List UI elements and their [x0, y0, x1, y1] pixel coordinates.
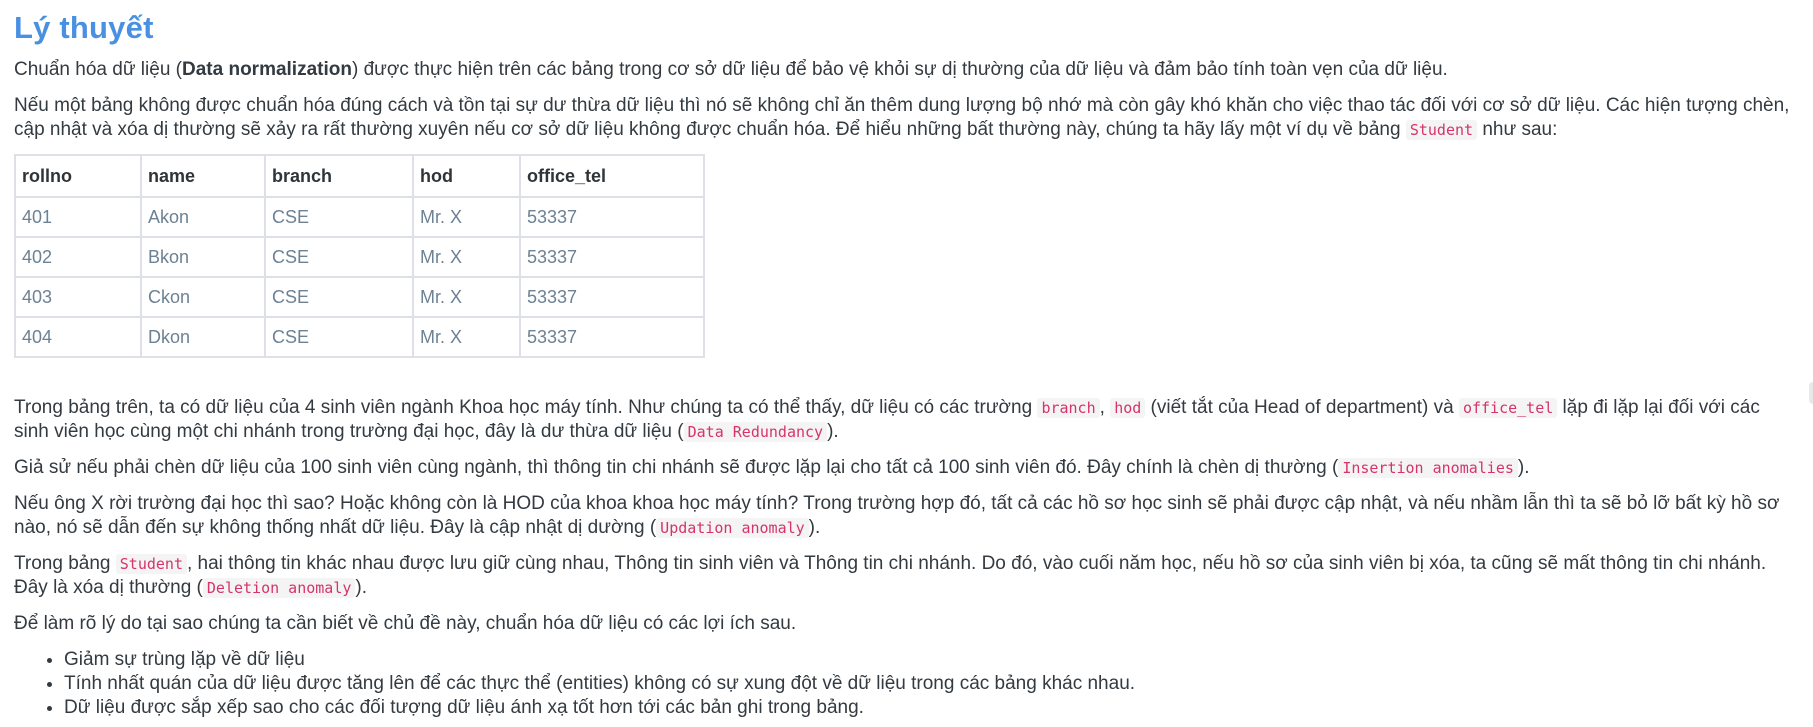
header-name: name	[140, 154, 266, 198]
cell-branch: CSE	[264, 196, 414, 238]
p3-text-2: ,	[1099, 397, 1111, 418]
cell-branch: CSE	[264, 236, 414, 278]
p3-text-5: ).	[827, 421, 839, 442]
cell-name: Bkon	[140, 236, 266, 278]
code-hod: hod	[1110, 398, 1146, 418]
article: Lý thuyết Chuẩn hóa dữ liệu (Data normal…	[0, 0, 1813, 720]
p4-text-1: Giả sử nếu phải chèn dữ liệu của 100 sin…	[14, 457, 1339, 478]
table-row: 402 Bkon CSE Mr. X 53337	[14, 236, 705, 278]
cell-office-tel: 53337	[519, 276, 705, 318]
cell-hod: Mr. X	[412, 276, 521, 318]
cell-office-tel: 53337	[519, 236, 705, 278]
cell-branch: CSE	[264, 276, 414, 318]
cell-rollno: 401	[14, 196, 142, 238]
scrollbar-handle[interactable]	[1809, 382, 1813, 404]
paragraph-5: Nếu ông X rời trường đại học thì sao? Ho…	[14, 492, 1799, 540]
p3-text-1: Trong bảng trên, ta có dữ liệu của 4 sin…	[14, 397, 1038, 418]
code-updation-anomaly: Updation anomaly	[656, 518, 809, 538]
table-row: 401 Akon CSE Mr. X 53337	[14, 196, 705, 238]
code-data-redundancy: Data Redundancy	[683, 422, 828, 442]
code-insertion-anomalies: Insertion anomalies	[1338, 458, 1518, 478]
p2-text-2: như sau:	[1477, 119, 1558, 140]
header-rollno: rollno	[14, 154, 142, 198]
code-student-2: Student	[115, 554, 187, 574]
p6-text-3: ).	[355, 577, 367, 598]
intro-text-2: ) được thực hiện trên các bảng trong cơ …	[351, 59, 1448, 80]
code-deletion-anomaly: Deletion anomaly	[202, 578, 356, 598]
p6-text-1: Trong bảng	[14, 553, 116, 574]
p5-text-1: Nếu ông X rời trường đại học thì sao? Ho…	[14, 493, 1780, 538]
list-item: Dữ liệu được sắp xếp sao cho các đối tượ…	[64, 696, 1799, 720]
cell-name: Ckon	[140, 276, 266, 318]
header-office-tel: office_tel	[519, 154, 705, 198]
header-hod: hod	[412, 154, 521, 198]
p3-text-3: (viết tắt của Head of department) và	[1145, 397, 1459, 418]
paragraph-3: Trong bảng trên, ta có dữ liệu của 4 sin…	[14, 396, 1799, 444]
p5-text-2: ).	[808, 517, 821, 538]
cell-office-tel: 53337	[519, 196, 705, 238]
cell-rollno: 403	[14, 276, 142, 318]
table-header-row: rollno name branch hod office_tel	[14, 154, 705, 198]
code-branch: branch	[1037, 398, 1100, 418]
list-item: Giảm sự trùng lặp về dữ liệu	[64, 648, 1799, 672]
p4-text-2: ).	[1517, 457, 1530, 478]
cell-hod: Mr. X	[412, 196, 521, 238]
intro-bold-term: Data normalization	[182, 59, 352, 80]
table-row: 404 Dkon CSE Mr. X 53337	[14, 316, 705, 358]
cell-hod: Mr. X	[412, 236, 521, 278]
cell-name: Akon	[140, 196, 266, 238]
paragraph-7: Để làm rõ lý do tại sao chúng ta cần biế…	[14, 613, 797, 634]
intro-text-1: Chuẩn hóa dữ liệu (	[14, 59, 182, 80]
code-office-tel: office_tel	[1458, 398, 1558, 418]
cell-hod: Mr. X	[412, 316, 521, 358]
table-row: 403 Ckon CSE Mr. X 53337	[14, 276, 705, 318]
cell-rollno: 404	[14, 316, 142, 358]
intro-paragraph: Chuẩn hóa dữ liệu (Data normalization) đ…	[14, 58, 1799, 82]
header-branch: branch	[264, 154, 414, 198]
student-table: rollno name branch hod office_tel 401 Ak…	[14, 154, 705, 358]
page-title: Lý thuyết	[14, 10, 154, 45]
list-item: Tính nhất quán của dữ liệu được tăng lên…	[64, 672, 1799, 696]
cell-branch: CSE	[264, 316, 414, 358]
cell-name: Dkon	[140, 316, 266, 358]
benefits-list: Giảm sự trùng lặp về dữ liệu Tính nhất q…	[14, 648, 1799, 720]
paragraph-6: Trong bảng Student, hai thông tin khác n…	[14, 552, 1799, 600]
cell-office-tel: 53337	[519, 316, 705, 358]
paragraph-2: Nếu một bảng không được chuẩn hóa đúng c…	[14, 94, 1799, 142]
code-student: Student	[1405, 120, 1478, 140]
paragraph-4: Giả sử nếu phải chèn dữ liệu của 100 sin…	[14, 456, 1799, 480]
cell-rollno: 402	[14, 236, 142, 278]
